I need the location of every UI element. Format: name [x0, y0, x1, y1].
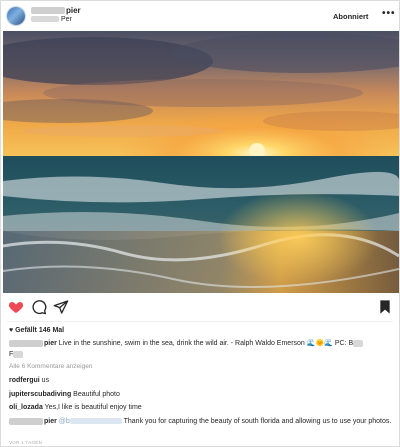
photo-credit: PC: B [332, 340, 354, 347]
bookmark-icon[interactable] [377, 299, 393, 315]
post-header: pier Per Abonniert ••• [1, 1, 399, 31]
comment-bubble-icon[interactable] [31, 299, 47, 315]
post-timestamp: VOR 1 TAGEN [9, 440, 43, 445]
blurred-mention [69, 418, 122, 425]
comment-text: Yes,I like is beautiful enjoy time [42, 404, 142, 411]
divider [7, 321, 393, 322]
comment-item: rodfergui us [9, 377, 49, 384]
caption-username[interactable]: pier [44, 340, 57, 347]
paper-plane-icon[interactable] [53, 299, 69, 315]
follow-status-button[interactable]: Abonniert [333, 12, 368, 21]
comment-username[interactable]: pier [44, 418, 57, 425]
instagram-post: pier Per Abonniert ••• ♥ Gefällt 146 Mal… [0, 0, 400, 447]
blurred-credit [13, 350, 24, 358]
comment-username[interactable]: rodfergui [9, 377, 40, 384]
comment-username[interactable]: oli_lozada [9, 404, 43, 411]
post-photo[interactable] [1, 31, 399, 293]
comment-item: oli_lozada Yes,I like is beautiful enjoy… [9, 404, 142, 411]
more-options-icon[interactable]: ••• [382, 8, 396, 19]
comment-item: pier @b Thank you for capturing the beau… [9, 416, 393, 427]
heart-filled-icon[interactable] [8, 299, 24, 315]
caption-emoji: 🌊🌞🌊 [306, 340, 333, 347]
sunset-beach-photo [1, 31, 399, 293]
mention-link[interactable]: @b [59, 418, 122, 425]
username[interactable]: pier [31, 6, 81, 15]
action-bar [1, 295, 399, 319]
caption-text: Live in the sunshine, swim in the sea, d… [56, 340, 307, 347]
comment-text: Beautiful photo [71, 391, 120, 398]
comment-text: Thank you for capturing the beauty of so… [121, 418, 392, 425]
comment-item: jupiterscubadiving Beautiful photo [9, 391, 120, 398]
comment-text: us [39, 377, 50, 384]
blurred-username [9, 339, 43, 347]
like-count[interactable]: ♥ Gefällt 146 Mal [9, 327, 64, 334]
post-caption: pier Live in the sunshine, swim in the s… [9, 338, 393, 360]
view-all-comments-link[interactable]: Alle 6 Kommentare anzeigen [9, 363, 92, 370]
comment-username[interactable]: jupiterscubadiving [9, 391, 71, 398]
blurred-location [31, 16, 59, 23]
blurred-username [31, 7, 65, 15]
blurred-credit [353, 339, 364, 347]
location-label[interactable]: Per [31, 16, 72, 23]
blurred-username [9, 417, 43, 425]
avatar[interactable] [7, 7, 25, 25]
